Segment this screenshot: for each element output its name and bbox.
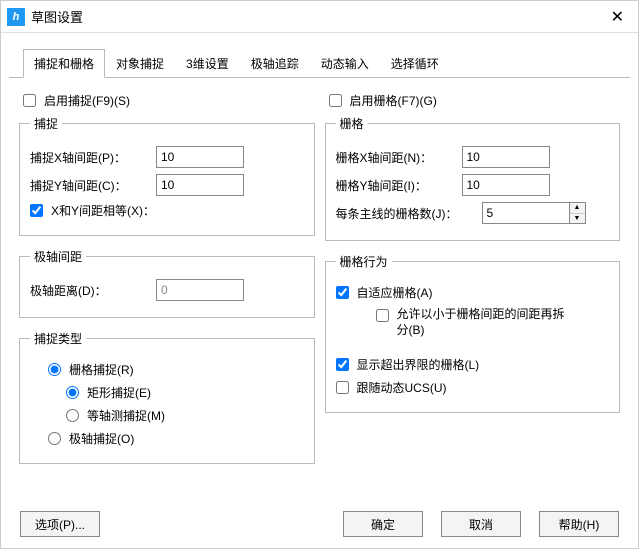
adaptive-grid-checkbox[interactable]: 自适应栅格(A) (336, 284, 433, 301)
polar-spacing-legend: 极轴间距 (30, 248, 86, 265)
content-area: 启用捕捉(F9)(S) 捕捉 捕捉X轴间距(P)： 捕捉Y轴间距(C)： X和Y… (1, 78, 638, 486)
snap-group: 捕捉 捕捉X轴间距(P)： 捕捉Y轴间距(C)： X和Y间距相等(X)： (19, 115, 315, 236)
xy-equal-label: X和Y间距相等(X)： (51, 202, 155, 219)
ok-button[interactable]: 确定 (343, 511, 423, 537)
polar-dist-label: 极轴距离(D)： (30, 282, 150, 299)
allow-subsplit-input[interactable] (376, 309, 389, 322)
rect-snap-radio[interactable]: 矩形捕捉(E) (66, 384, 151, 401)
enable-snap-checkbox[interactable]: 启用捕捉(F9)(S) (23, 92, 315, 109)
polar-spacing-group: 极轴间距 极轴距离(D)： (19, 248, 315, 318)
tab-polar-tracking[interactable]: 极轴追踪 (240, 49, 310, 78)
titlebar: h 草图设置 ✕ (1, 1, 638, 33)
spinner-down-icon[interactable]: ▼ (570, 214, 585, 224)
grid-y-label: 栅格Y轴间距(I)： (336, 177, 456, 194)
right-column: 启用栅格(F7)(G) 栅格 栅格X轴间距(N)： 栅格Y轴间距(I)： 每条主… (325, 88, 621, 476)
grid-snap-radio[interactable]: 栅格捕捉(R) (48, 361, 134, 378)
tab-snap-grid[interactable]: 捕捉和栅格 (23, 49, 105, 78)
xy-equal-input[interactable] (30, 204, 43, 217)
enable-grid-checkbox[interactable]: 启用栅格(F7)(G) (329, 92, 621, 109)
snap-x-label: 捕捉X轴间距(P)： (30, 149, 150, 166)
allow-subsplit-checkbox[interactable]: 允许以小于栅格间距的间距再拆分(B) (376, 307, 567, 338)
show-beyond-limits-label: 显示超出界限的栅格(L) (357, 356, 480, 373)
xy-equal-checkbox[interactable]: X和Y间距相等(X)： (30, 202, 155, 219)
polar-snap-radio[interactable]: 极轴捕捉(O) (48, 430, 134, 447)
iso-snap-radio[interactable]: 等轴测捕捉(M) (66, 407, 165, 424)
follow-ucs-input[interactable] (336, 381, 349, 394)
snap-type-legend: 捕捉类型 (30, 330, 86, 347)
tab-object-snap[interactable]: 对象捕捉 (105, 49, 175, 78)
spinner-buttons[interactable]: ▲ ▼ (570, 202, 586, 224)
grids-per-major-input[interactable] (482, 202, 570, 224)
grid-group-legend: 栅格 (336, 115, 368, 132)
footer: 选项(P)... 确定 取消 帮助(H) (0, 511, 639, 537)
show-beyond-limits-checkbox[interactable]: 显示超出界限的栅格(L) (336, 356, 480, 373)
help-button[interactable]: 帮助(H) (539, 511, 619, 537)
grid-x-input[interactable] (462, 146, 550, 168)
tab-bar: 捕捉和栅格 对象捕捉 3维设置 极轴追踪 动态输入 选择循环 (9, 41, 630, 78)
iso-snap-label: 等轴测捕捉(M) (87, 407, 165, 424)
follow-ucs-checkbox[interactable]: 跟随动态UCS(U) (336, 379, 447, 396)
grid-y-input[interactable] (462, 174, 550, 196)
tab-selection-cycle[interactable]: 选择循环 (380, 49, 450, 78)
left-column: 启用捕捉(F9)(S) 捕捉 捕捉X轴间距(P)： 捕捉Y轴间距(C)： X和Y… (19, 88, 315, 476)
enable-grid-input[interactable] (329, 94, 342, 107)
enable-snap-input[interactable] (23, 94, 36, 107)
iso-snap-input[interactable] (66, 409, 79, 422)
rect-snap-label: 矩形捕捉(E) (87, 384, 151, 401)
spinner-up-icon[interactable]: ▲ (570, 203, 585, 214)
close-icon[interactable]: ✕ (605, 7, 630, 27)
grid-behavior-group: 栅格行为 自适应栅格(A) 允许以小于栅格间距的间距再拆分(B) 显示超出界限的… (325, 253, 621, 413)
app-icon: h (7, 8, 25, 26)
enable-grid-label: 启用栅格(F7)(G) (350, 92, 437, 109)
enable-snap-label: 启用捕捉(F9)(S) (44, 92, 130, 109)
grid-group: 栅格 栅格X轴间距(N)： 栅格Y轴间距(I)： 每条主线的栅格数(J)： ▲ … (325, 115, 621, 241)
snap-y-input[interactable] (156, 174, 244, 196)
window-title: 草图设置 (31, 7, 605, 26)
grid-x-label: 栅格X轴间距(N)： (336, 149, 456, 166)
snap-y-label: 捕捉Y轴间距(C)： (30, 177, 150, 194)
options-button[interactable]: 选项(P)... (20, 511, 100, 537)
polar-dist-input (156, 279, 244, 301)
polar-snap-label: 极轴捕捉(O) (69, 430, 134, 447)
snap-x-input[interactable] (156, 146, 244, 168)
tab-3d-settings[interactable]: 3维设置 (175, 49, 240, 78)
tab-dynamic-input[interactable]: 动态输入 (310, 49, 380, 78)
snap-type-group: 捕捉类型 栅格捕捉(R) 矩形捕捉(E) 等轴测捕捉(M) (19, 330, 315, 464)
grid-snap-label: 栅格捕捉(R) (69, 361, 134, 378)
adaptive-grid-label: 自适应栅格(A) (357, 284, 433, 301)
show-beyond-limits-input[interactable] (336, 358, 349, 371)
grid-behavior-legend: 栅格行为 (336, 253, 392, 270)
rect-snap-input[interactable] (66, 386, 79, 399)
follow-ucs-label: 跟随动态UCS(U) (357, 379, 447, 396)
grid-snap-input[interactable] (48, 363, 61, 376)
allow-subsplit-label: 允许以小于栅格间距的间距再拆分(B) (397, 307, 567, 338)
polar-snap-input[interactable] (48, 432, 61, 445)
snap-group-legend: 捕捉 (30, 115, 62, 132)
cancel-button[interactable]: 取消 (441, 511, 521, 537)
adaptive-grid-input[interactable] (336, 286, 349, 299)
grids-per-major-label: 每条主线的栅格数(J)： (336, 205, 476, 222)
